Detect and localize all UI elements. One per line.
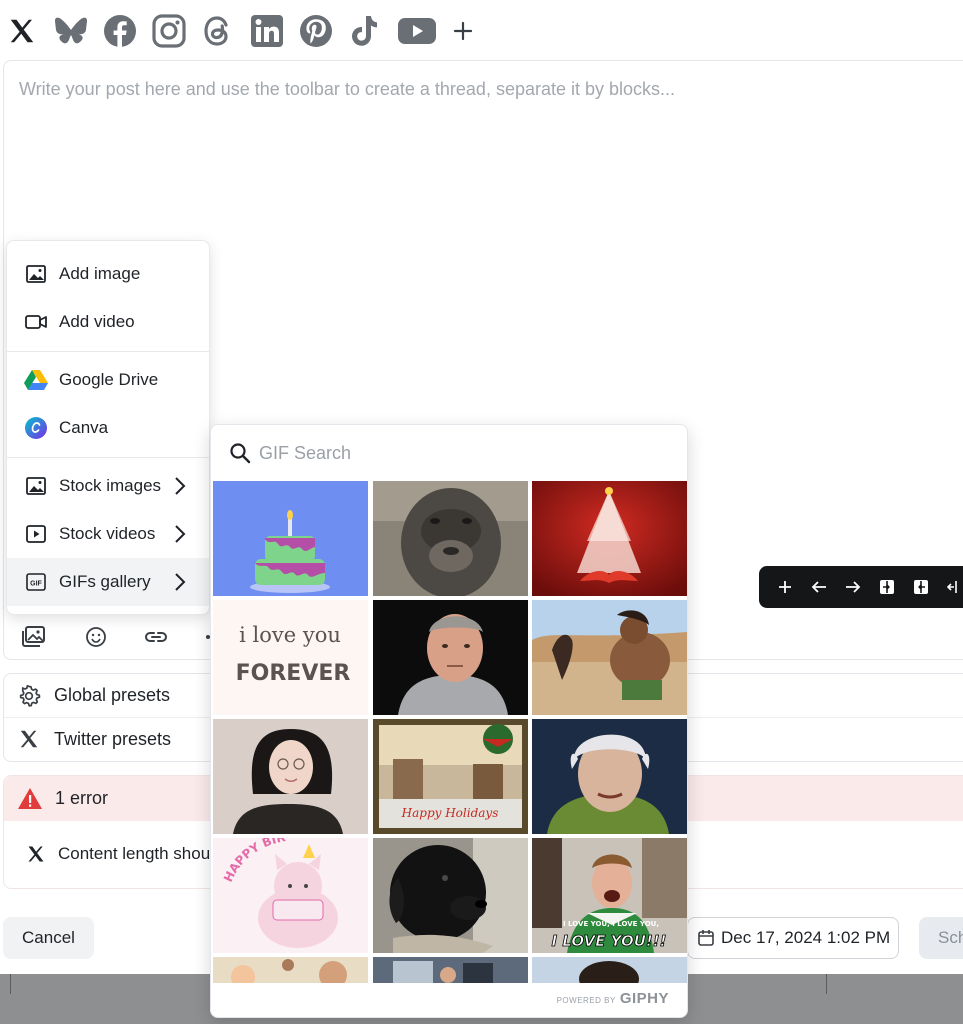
pinterest-icon[interactable] xyxy=(298,12,334,50)
stock-videos-item[interactable]: Stock videos xyxy=(7,510,209,558)
canva-label: Canva xyxy=(59,418,109,437)
gif-text-forever: FOREVER xyxy=(236,661,351,686)
powered-by-text: POWERED BY xyxy=(556,996,616,1005)
arrow-left-icon[interactable] xyxy=(802,566,836,608)
gifs-gallery-item[interactable]: GIF GIFs gallery xyxy=(7,558,209,606)
gif-black-dog[interactable] xyxy=(373,838,528,953)
stock-videos-label: Stock videos xyxy=(59,524,156,543)
add-block-plus-icon[interactable] xyxy=(768,566,802,608)
play-square-icon xyxy=(24,522,48,546)
instagram-icon[interactable] xyxy=(151,12,187,50)
chevron-right-icon xyxy=(175,573,186,591)
error-count: 1 error xyxy=(55,788,109,808)
google-drive-icon xyxy=(24,368,48,392)
media-library-icon[interactable] xyxy=(21,624,47,650)
image-icon xyxy=(24,474,48,498)
x-icon xyxy=(16,726,42,752)
schedule-date-button[interactable]: Dec 17, 2024 1:02 PM xyxy=(687,917,899,959)
gif-man-hoodie[interactable] xyxy=(373,600,528,715)
social-network-bar xyxy=(0,0,963,62)
youtube-icon[interactable] xyxy=(396,12,438,50)
editor-placeholder[interactable]: Write your post here and use the toolbar… xyxy=(19,79,675,100)
error-item: Content length shou xyxy=(26,844,210,864)
gif-elf-i-love-you[interactable]: I LOVE YOU, I LOVE YOU, I LOVE YOU!!! xyxy=(532,838,687,953)
gifs-gallery-label: GIFs gallery xyxy=(59,572,151,591)
gif-christmas-tree[interactable] xyxy=(532,481,687,596)
media-menu: Add image Add video Google Drive Canva S… xyxy=(6,240,210,615)
facebook-icon[interactable] xyxy=(102,12,138,50)
error-message: Content length shou xyxy=(58,844,211,863)
emoji-icon[interactable] xyxy=(83,624,109,650)
add-video-label: Add video xyxy=(59,312,135,331)
more-icon[interactable] xyxy=(200,624,210,650)
link-icon[interactable] xyxy=(143,624,169,650)
divider xyxy=(7,351,209,352)
divider xyxy=(826,974,827,994)
gif-text-love-big: I LOVE YOU!!! xyxy=(552,932,667,950)
add-image-item[interactable]: Add image xyxy=(7,250,209,298)
gif-grid: i love you FOREVER Happy Holidays HAPPY B… xyxy=(213,481,687,983)
gif-office-partial[interactable] xyxy=(373,957,528,983)
calendar-icon xyxy=(698,930,714,946)
giphy-logo: GIPHY xyxy=(619,990,669,1007)
merge-left-icon[interactable] xyxy=(870,566,904,608)
canva-icon xyxy=(24,416,48,440)
linkedin-icon[interactable] xyxy=(249,12,285,50)
gif-picker: i love you FOREVER Happy Holidays HAPPY B… xyxy=(210,424,688,1018)
x-icon[interactable] xyxy=(4,12,40,50)
gear-icon xyxy=(16,683,42,709)
gif-text-holidays: Happy Holidays xyxy=(401,806,499,820)
gif-happy-birthday-cat[interactable]: HAPPY BIRTHDAY! xyxy=(213,838,368,953)
chevron-right-icon xyxy=(175,525,186,543)
tiktok-icon[interactable] xyxy=(347,12,383,50)
add-video-item[interactable]: Add video xyxy=(7,298,209,346)
add-network-plus-icon[interactable] xyxy=(445,12,481,50)
gif-cartoon-partial[interactable] xyxy=(213,957,368,983)
merge-right-icon[interactable] xyxy=(904,566,938,608)
gif-text-love: i love you xyxy=(239,623,341,647)
chevron-right-icon xyxy=(175,477,186,495)
stock-images-item[interactable]: Stock images xyxy=(7,462,209,510)
gif-maui-dancing[interactable] xyxy=(532,600,687,715)
gif-i-love-you-forever[interactable]: i love you FOREVER xyxy=(213,600,368,715)
gif-monkey-face[interactable] xyxy=(373,481,528,596)
split-block-icon[interactable] xyxy=(938,566,963,608)
divider xyxy=(7,457,209,458)
gif-girl-smiling[interactable] xyxy=(213,719,368,834)
thread-block-toolbar xyxy=(759,566,963,608)
gif-person-partial[interactable] xyxy=(532,957,687,983)
gif-text-love-small: I LOVE YOU, I LOVE YOU, xyxy=(563,920,659,928)
divider xyxy=(10,974,11,994)
google-drive-item[interactable]: Google Drive xyxy=(7,356,209,404)
gif-old-woman[interactable] xyxy=(532,719,687,834)
add-image-label: Add image xyxy=(59,264,141,283)
x-icon xyxy=(28,846,44,862)
schedule-date-text: Dec 17, 2024 1:02 PM xyxy=(721,928,891,947)
threads-icon[interactable] xyxy=(200,12,236,50)
global-presets-label: Global presets xyxy=(54,685,171,705)
svg-text:GIF: GIF xyxy=(30,581,42,588)
warning-icon xyxy=(18,787,42,809)
schedule-button[interactable]: Sch xyxy=(919,917,963,959)
video-camera-icon xyxy=(24,310,48,334)
twitter-presets-label: Twitter presets xyxy=(54,728,172,749)
cancel-button[interactable]: Cancel xyxy=(3,917,94,959)
gif-search-bar xyxy=(211,425,687,481)
arrow-right-icon[interactable] xyxy=(836,566,870,608)
gif-birthday-cake[interactable] xyxy=(213,481,368,596)
stock-images-label: Stock images xyxy=(59,476,162,495)
bluesky-icon[interactable] xyxy=(53,12,89,50)
image-icon xyxy=(24,262,48,286)
giphy-attribution: POWERED BY GIPHY xyxy=(557,990,669,1007)
canva-item[interactable]: Canva xyxy=(7,404,209,452)
gif-icon: GIF xyxy=(24,570,48,594)
search-icon xyxy=(230,443,251,464)
gif-happy-holidays-painting[interactable]: Happy Holidays xyxy=(373,719,528,834)
gif-search-input[interactable] xyxy=(259,442,639,464)
google-drive-label: Google Drive xyxy=(59,370,159,389)
